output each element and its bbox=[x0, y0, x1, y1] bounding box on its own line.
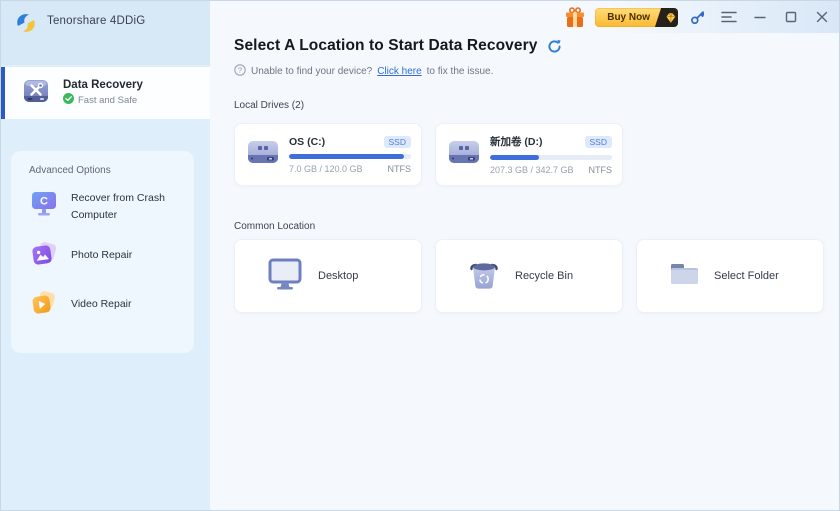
sidebar-item-photo-repair[interactable]: Photo Repair bbox=[29, 239, 194, 272]
key-icon[interactable] bbox=[687, 6, 709, 28]
question-circle-icon: ? bbox=[234, 64, 246, 79]
drive-name: OS (C:) bbox=[289, 136, 384, 148]
location-label: Select Folder bbox=[714, 270, 779, 282]
brand-name: Tenorshare 4DDiG bbox=[47, 15, 145, 27]
gift-icon[interactable] bbox=[564, 6, 586, 28]
sidebar: Tenorshare 4DDiG Data Recovery bbox=[1, 1, 210, 510]
drive-capacity: 7.0 GB / 120.0 GB bbox=[289, 164, 388, 174]
app-window: Tenorshare 4DDiG Data Recovery bbox=[0, 0, 840, 511]
data-recovery-drive-icon bbox=[21, 77, 51, 110]
sidebar-item-video-repair[interactable]: Video Repair bbox=[29, 288, 194, 321]
drive-capacity: 207.3 GB / 342.7 GB bbox=[490, 165, 589, 175]
drive-usage-fill bbox=[289, 154, 404, 159]
location-label: Desktop bbox=[318, 270, 358, 282]
common-location-section-label: Common Location bbox=[234, 221, 315, 232]
logo-area: Tenorshare 4DDiG bbox=[1, 1, 210, 65]
photo-repair-icon bbox=[29, 239, 59, 272]
drive-type-badge: SSD bbox=[384, 136, 411, 148]
location-card-recycle-bin[interactable]: Recycle Bin bbox=[435, 239, 623, 313]
page-title: Select A Location to Start Data Recovery bbox=[234, 37, 537, 55]
recycle-bin-icon bbox=[466, 256, 502, 297]
help-text-prefix: Unable to find your device? bbox=[251, 66, 372, 77]
location-label: Recycle Bin bbox=[515, 270, 573, 282]
location-card-desktop[interactable]: Desktop bbox=[234, 239, 422, 313]
data-recovery-badge: Fast and Safe bbox=[78, 95, 137, 106]
drive-filesystem: NTFS bbox=[388, 164, 412, 174]
minimize-icon[interactable] bbox=[749, 6, 771, 28]
drive-card-d[interactable]: 新加卷 (D:) SSD 207.3 GB / 342.7 GB NTFS bbox=[435, 123, 623, 186]
premium-gem-icon bbox=[655, 8, 678, 27]
check-badge-icon bbox=[63, 93, 74, 107]
photo-repair-label: Photo Repair bbox=[71, 247, 175, 263]
folder-icon bbox=[667, 260, 701, 293]
drive-usage-bar bbox=[289, 154, 411, 159]
drive-name: 新加卷 (D:) bbox=[490, 134, 585, 149]
data-recovery-label: Data Recovery bbox=[63, 79, 143, 91]
fix-issue-link[interactable]: Click here bbox=[377, 66, 421, 77]
recover-crash-computer-label: Recover from Crash Computer bbox=[71, 190, 175, 223]
drive-usage-fill bbox=[490, 155, 539, 160]
help-row: ? Unable to find your device? Click here… bbox=[234, 64, 493, 79]
titlebar-controls: Buy Now bbox=[564, 5, 833, 29]
app-logo-icon bbox=[13, 11, 39, 40]
local-drives-section-label: Local Drives (2) bbox=[234, 100, 304, 111]
drive-card-c[interactable]: OS (C:) SSD 7.0 GB / 120.0 GB NTFS bbox=[234, 123, 422, 186]
common-locations-list: Desktop Recycle Bin bbox=[234, 239, 824, 313]
video-repair-label: Video Repair bbox=[71, 296, 175, 312]
hard-drive-icon bbox=[245, 137, 281, 172]
svg-text:C: C bbox=[40, 196, 48, 208]
help-text-suffix: to fix the issue. bbox=[427, 66, 494, 77]
buy-now-label: Buy Now bbox=[595, 8, 658, 27]
advanced-options-panel: Advanced Options C Recover from Crash Co… bbox=[11, 151, 194, 353]
desktop-monitor-icon bbox=[265, 257, 305, 296]
maximize-icon[interactable] bbox=[780, 6, 802, 28]
close-icon[interactable] bbox=[811, 6, 833, 28]
sidebar-item-recover-crash-computer[interactable]: C Recover from Crash Computer bbox=[29, 190, 194, 223]
drive-filesystem: NTFS bbox=[589, 165, 613, 175]
video-repair-icon bbox=[29, 288, 59, 321]
drive-usage-bar bbox=[490, 155, 612, 160]
location-card-select-folder[interactable]: Select Folder bbox=[636, 239, 824, 313]
svg-text:?: ? bbox=[238, 66, 242, 75]
sidebar-item-data-recovery[interactable]: Data Recovery Fast and Safe bbox=[1, 67, 210, 119]
drive-type-badge: SSD bbox=[585, 136, 612, 148]
advanced-options-title: Advanced Options bbox=[29, 165, 194, 176]
main-content: Select A Location to Start Data Recovery… bbox=[210, 1, 839, 510]
refresh-icon[interactable] bbox=[547, 39, 562, 54]
hard-drive-icon bbox=[446, 137, 482, 172]
menu-icon[interactable] bbox=[718, 6, 740, 28]
crash-computer-icon: C bbox=[29, 190, 59, 223]
local-drives-list: OS (C:) SSD 7.0 GB / 120.0 GB NTFS bbox=[234, 123, 623, 186]
buy-now-button[interactable]: Buy Now bbox=[595, 8, 678, 27]
